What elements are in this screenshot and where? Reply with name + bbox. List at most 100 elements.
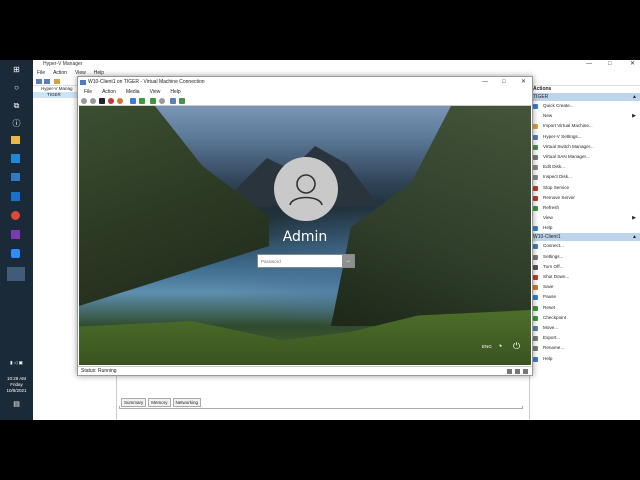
- zoom-icon[interactable]: [11, 249, 20, 258]
- hyperv-icon[interactable]: [7, 267, 25, 281]
- action-help[interactable]: Help: [530, 223, 640, 233]
- share-icon[interactable]: [179, 98, 185, 104]
- vm-action-save[interactable]: Save: [530, 282, 640, 292]
- vm-menu-view[interactable]: View: [150, 88, 161, 96]
- clock-date: 10/8/2021: [6, 388, 27, 393]
- notification-icon[interactable]: ▤: [0, 401, 33, 408]
- ctrl-alt-del-icon[interactable]: [81, 98, 87, 104]
- user-name: Admin: [282, 229, 328, 245]
- vm-menu-file[interactable]: File: [84, 88, 92, 96]
- vm-display[interactable]: Admin → ENG ◔ ⏻: [79, 106, 531, 365]
- mail-icon[interactable]: [11, 173, 20, 181]
- action-virtual-switch-manager[interactable]: Virtual Switch Manager...: [530, 142, 640, 152]
- action-quick-create[interactable]: Quick Create...: [530, 101, 640, 111]
- action-icon: [533, 356, 538, 362]
- windows-start-icon[interactable]: ⊞: [11, 64, 22, 75]
- vm-action-connect[interactable]: Connect...: [530, 241, 640, 251]
- pause-icon[interactable]: [130, 98, 136, 104]
- ease-of-access-icon[interactable]: ◔: [497, 341, 502, 351]
- vm-maximize-button[interactable]: □: [502, 77, 506, 88]
- vm-menu-media[interactable]: Media: [126, 88, 140, 96]
- forward-icon[interactable]: [44, 79, 50, 84]
- reset-icon[interactable]: [139, 98, 145, 104]
- action-icon: [533, 154, 538, 160]
- revert-icon[interactable]: [159, 98, 165, 104]
- actions-section-vm[interactable]: W10-Client1 ▲: [530, 233, 640, 242]
- vm-status-text: Status: Running: [81, 368, 117, 374]
- file-explorer-icon[interactable]: [11, 136, 20, 144]
- submenu-arrow-icon: ▶: [632, 215, 636, 222]
- action-virtual-san-manager[interactable]: Virtual SAN Manager...: [530, 152, 640, 162]
- minimize-button[interactable]: —: [586, 60, 592, 69]
- password-box: →: [257, 254, 355, 268]
- task-view-icon[interactable]: ⧉: [11, 100, 22, 111]
- desktop-screen: ⊞ ○ ⧉ ⓘ ▮ ◁ ▣ 10:28 AM Friday 10/8/2021 …: [0, 60, 640, 420]
- action-icon: [533, 305, 538, 311]
- action-label: Shut Down...: [543, 274, 570, 279]
- action-icon: [533, 295, 538, 301]
- submit-arrow-icon[interactable]: →: [342, 255, 354, 267]
- turn-off-icon[interactable]: [99, 98, 105, 104]
- onenote-icon[interactable]: [11, 230, 20, 239]
- power-icon[interactable]: ⏻: [513, 341, 520, 352]
- back-icon[interactable]: [36, 79, 42, 84]
- menu-file[interactable]: File: [37, 69, 45, 77]
- store-icon[interactable]: [11, 154, 20, 163]
- action-icon: [533, 114, 538, 120]
- vm-toolbar: [78, 96, 532, 106]
- vm-menu-action[interactable]: Action: [102, 88, 116, 96]
- action-edit-disk[interactable]: Edit Disk...: [530, 162, 640, 172]
- vm-action-turn-off[interactable]: Turn Off...: [530, 262, 640, 272]
- shut-down-icon[interactable]: [108, 98, 114, 104]
- action-icon: [533, 275, 538, 280]
- action-remove-server[interactable]: Remove Server: [530, 193, 640, 203]
- search-icon[interactable]: ○: [11, 82, 22, 93]
- status-icons: [507, 369, 528, 374]
- action-new[interactable]: New ▶: [530, 111, 640, 121]
- vm-action-reset[interactable]: Reset: [530, 303, 640, 313]
- actions-section-host[interactable]: TIGER ▲: [530, 93, 640, 101]
- lock-icon: [523, 369, 528, 374]
- action-inspect-disk[interactable]: Inspect Disk...: [530, 172, 640, 182]
- up-folder-icon[interactable]: [54, 79, 60, 84]
- action-icon: [533, 264, 538, 270]
- vm-action-move[interactable]: Move...: [530, 323, 640, 333]
- maximize-button[interactable]: □: [608, 60, 612, 69]
- save-icon[interactable]: [117, 98, 123, 104]
- vm-action-export[interactable]: Export...: [530, 333, 640, 343]
- vm-close-button[interactable]: ✕: [521, 77, 526, 88]
- vm-minimize-button[interactable]: —: [482, 77, 488, 88]
- info-icon[interactable]: ⓘ: [11, 118, 22, 129]
- vm-action-pause[interactable]: Pause: [530, 292, 640, 302]
- checkpoint-icon[interactable]: [150, 98, 156, 104]
- chrome-icon[interactable]: [11, 211, 20, 220]
- action-label: Refresh: [543, 204, 560, 210]
- user-avatar-icon: [274, 157, 338, 221]
- vm-menu-help[interactable]: Help: [170, 88, 180, 96]
- vm-action-settings[interactable]: Settings...: [530, 252, 640, 262]
- vm-menu-bar: File Action Media View Help: [78, 88, 181, 96]
- network-icon[interactable]: [11, 192, 20, 201]
- action-import-virtual-machine[interactable]: Import Virtual Machine...: [530, 121, 640, 131]
- vm-action-checkpoint[interactable]: Checkpoint: [530, 313, 640, 323]
- menu-action[interactable]: Action: [53, 69, 67, 77]
- details-panel: [119, 406, 523, 409]
- action-label: New: [543, 113, 553, 119]
- enhanced-session-icon[interactable]: [170, 98, 176, 104]
- action-stop-service[interactable]: Stop Service: [530, 183, 640, 193]
- vm-action-rename[interactable]: Rename...: [530, 343, 640, 353]
- action-hyper-v-settings[interactable]: Hyper-V Settings...: [530, 132, 640, 142]
- action-icon: [533, 124, 538, 130]
- password-input[interactable]: [258, 255, 342, 267]
- action-icon: [533, 165, 538, 171]
- vm-action-shut-down[interactable]: Shut Down...: [530, 272, 640, 282]
- action-view[interactable]: View ▶: [530, 213, 640, 223]
- action-refresh[interactable]: Refresh: [530, 203, 640, 213]
- language-indicator[interactable]: ENG: [482, 344, 492, 349]
- start-icon[interactable]: [90, 98, 96, 104]
- system-tray-icons[interactable]: ▮ ◁ ▣: [0, 360, 33, 366]
- close-button[interactable]: ✕: [630, 60, 635, 69]
- action-label: Move...: [543, 324, 559, 330]
- action-label: Rename...: [543, 345, 565, 351]
- vm-action-help[interactable]: Help: [530, 354, 640, 364]
